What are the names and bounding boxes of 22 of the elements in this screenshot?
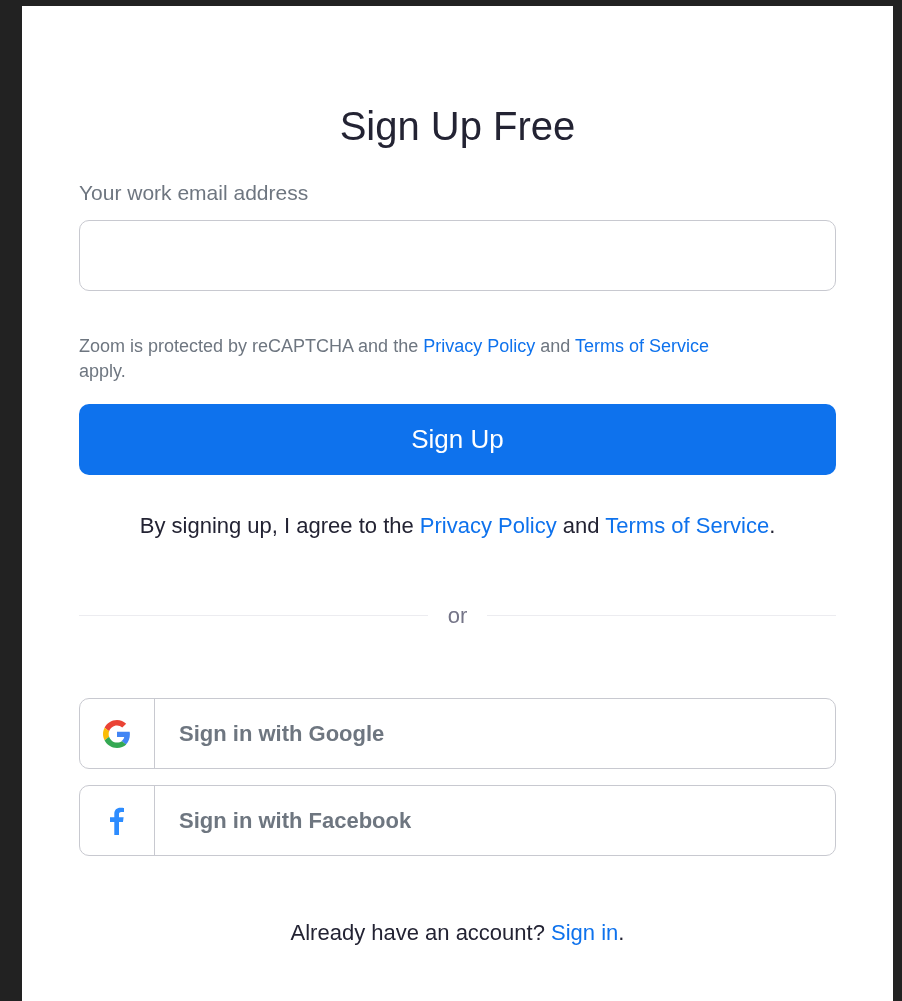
google-icon [103,719,131,748]
agreement-text: By signing up, I agree to the [139,513,415,538]
page-title: Sign Up Free [339,103,576,150]
policy-link[interactable]: Terms of Service [574,336,709,356]
google-sign-in-button[interactable]: Sign in with Google [79,698,836,769]
sign-in-link[interactable]: Sign in [551,920,619,945]
facebook-sign-in-button[interactable]: Sign in with Facebook [79,785,836,856]
email-field[interactable] [79,220,836,291]
notice-text: apply. [79,361,126,381]
field-label: Your work email address [79,180,309,206]
policy-link[interactable]: Privacy Policy [423,336,536,356]
notice-text: Zoom is protected by reCAPTCHA and the [79,336,420,356]
account-prompt: Already have an account? [290,920,546,945]
agreement-text: . [769,513,776,538]
agreement-text: and [561,513,601,538]
facebook-icon [110,806,124,835]
policy-link[interactable]: Privacy Policy [419,513,557,538]
divider-text: or [447,602,468,630]
account-prompt: . [618,920,625,945]
policy-link[interactable]: Terms of Service [605,513,770,538]
sign-up-button[interactable]: Sign Up [79,404,836,475]
notice-text: and [539,336,572,356]
